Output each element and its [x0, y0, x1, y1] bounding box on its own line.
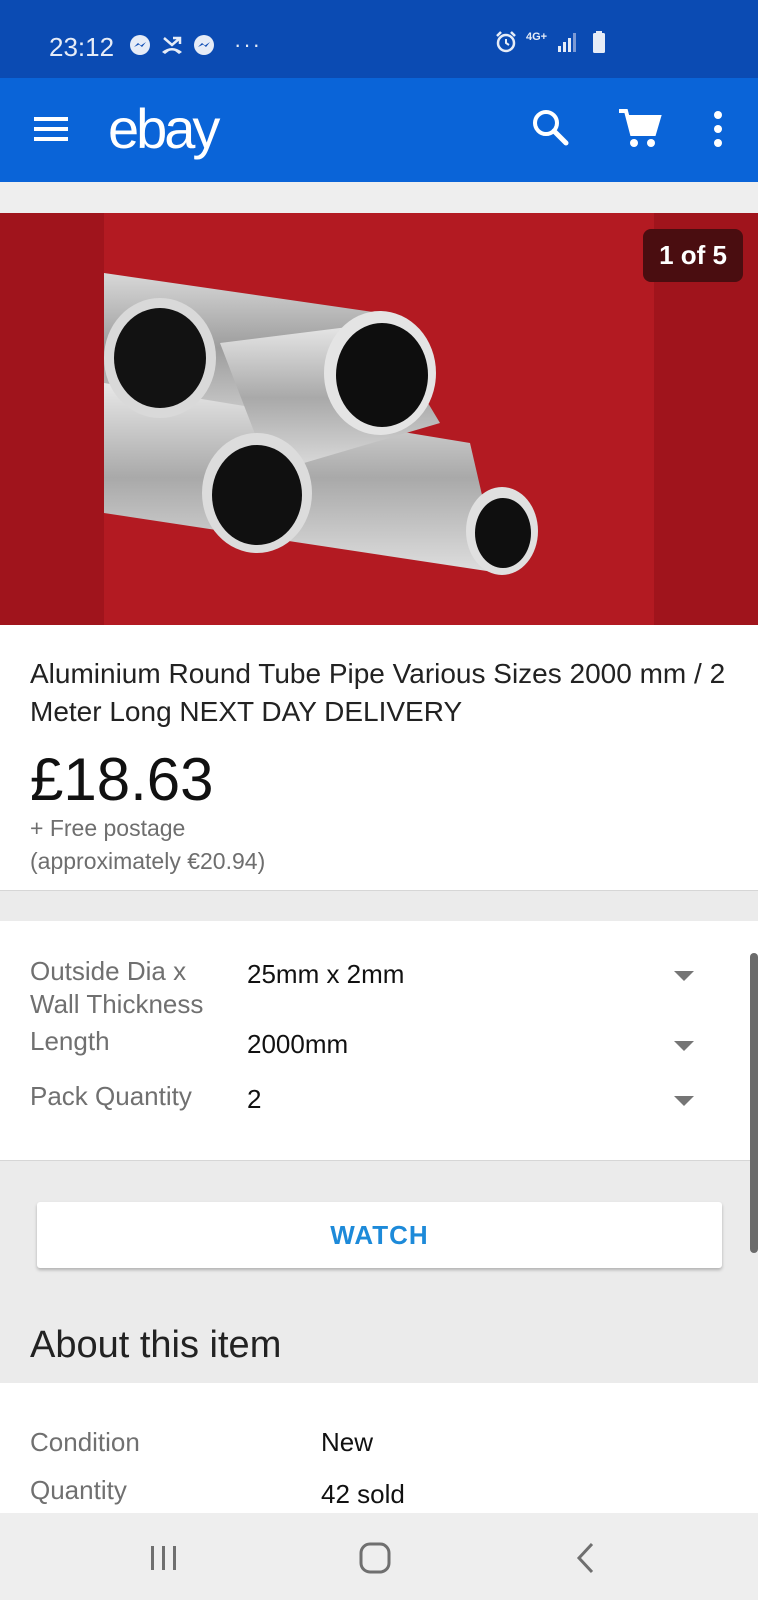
product-image[interactable]: 1 of 5	[0, 213, 758, 625]
quantity-label: Quantity	[30, 1475, 127, 1505]
condition-label: Condition	[30, 1427, 140, 1457]
variation-value: 25mm x 2mm	[247, 959, 405, 989]
recent-apps-icon[interactable]	[139, 1533, 189, 1583]
quantity-value: 42 sold	[321, 1479, 405, 1509]
chevron-down-icon	[674, 971, 694, 981]
variation-length[interactable]: Length 2000mm	[0, 1025, 758, 1065]
system-icons: 4G+	[494, 30, 611, 54]
cart-icon[interactable]	[617, 106, 663, 152]
missed-call-icon	[162, 36, 182, 54]
postage-info: + Free postage	[30, 815, 186, 841]
approx-price: (approximately €20.94)	[30, 848, 266, 874]
system-nav-bar	[0, 1513, 758, 1600]
variation-dia-thickness[interactable]: Outside Dia x Wall Thickness 25mm x 2mm	[0, 955, 758, 1021]
chevron-down-icon	[674, 1096, 694, 1106]
spacer	[0, 182, 758, 214]
messenger-icon	[130, 35, 150, 55]
variation-label: Length	[30, 1026, 110, 1056]
search-icon[interactable]	[529, 106, 573, 150]
signal-icon	[558, 33, 577, 52]
item-info: Aluminium Round Tube Pipe Various Sizes …	[0, 625, 758, 891]
status-time: 23:12	[49, 32, 115, 62]
image-counter: 1 of 5	[643, 229, 743, 282]
about-heading: About this item	[30, 1324, 282, 1366]
chevron-down-icon	[674, 1041, 694, 1051]
back-icon[interactable]	[562, 1533, 612, 1583]
scrollbar[interactable]	[750, 953, 758, 1253]
notification-icons: ···	[128, 32, 262, 58]
more-notifications-icon: ···	[234, 32, 262, 57]
variation-value: 2000mm	[247, 1029, 349, 1059]
variation-label: Pack Quantity	[30, 1081, 192, 1111]
item-title: Aluminium Round Tube Pipe Various Sizes …	[30, 658, 726, 727]
watch-button[interactable]: WATCH	[37, 1202, 722, 1268]
menu-icon[interactable]	[30, 108, 74, 152]
home-icon[interactable]	[350, 1533, 400, 1583]
ebay-logo[interactable]: ebay	[108, 96, 220, 161]
battery-icon	[593, 31, 606, 53]
item-price: £18.63	[30, 746, 214, 813]
variation-value: 2	[247, 1084, 262, 1114]
variation-pack-quantity[interactable]: Pack Quantity 2	[0, 1080, 758, 1120]
about-details: Condition New Quantity 42 sold	[0, 1383, 758, 1513]
more-vert-icon[interactable]	[700, 106, 736, 152]
status-bar: 23:12 ··· 4G+	[0, 0, 758, 78]
variation-selectors: Outside Dia x Wall Thickness 25mm x 2mm …	[0, 921, 758, 1161]
condition-value: New	[321, 1427, 374, 1457]
messenger-icon	[194, 35, 214, 55]
alarm-icon	[496, 31, 516, 53]
4g-plus-icon: 4G+	[526, 31, 548, 43]
variation-label: Outside Dia x Wall Thickness	[30, 956, 204, 1019]
app-bar: ebay	[0, 78, 758, 182]
